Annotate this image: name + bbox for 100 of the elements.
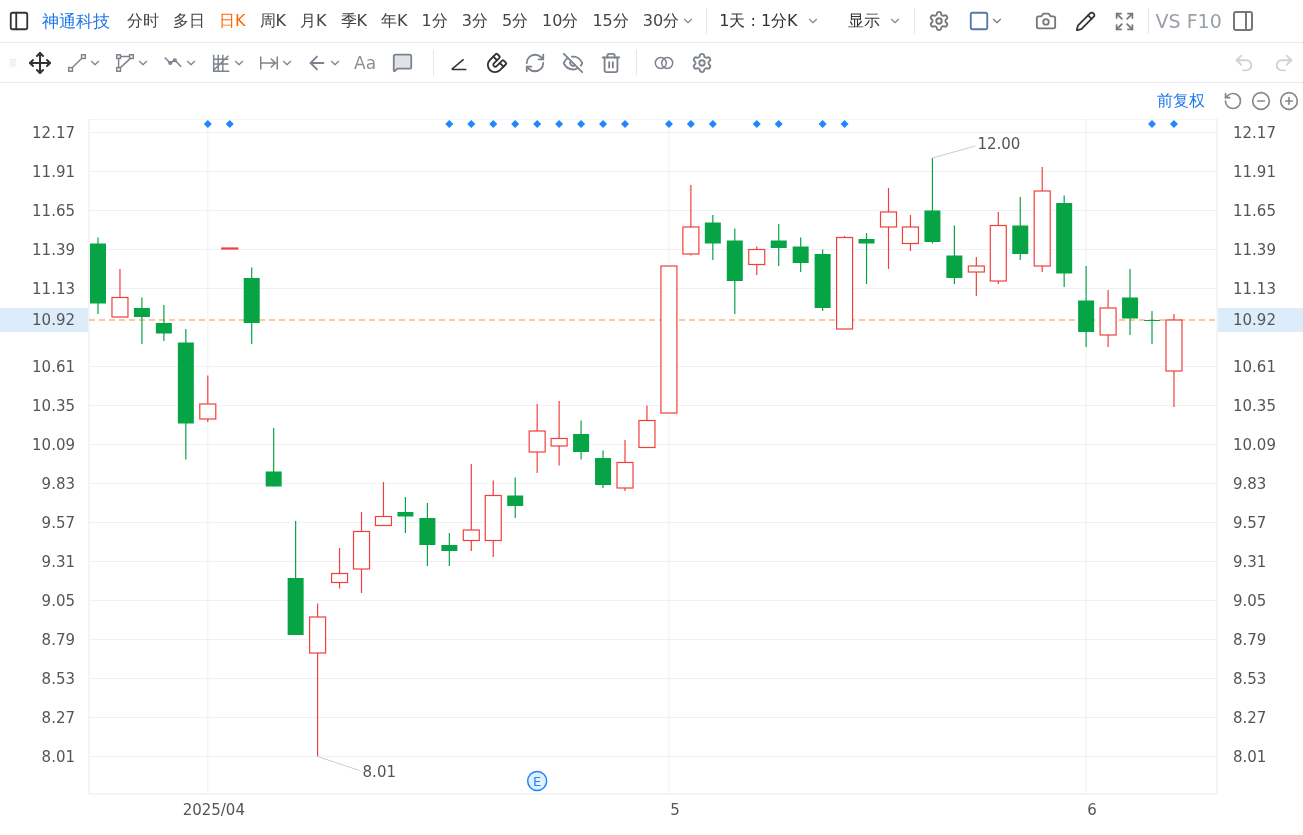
candlestick <box>770 223 787 267</box>
event-marker-icon[interactable] <box>774 120 783 128</box>
trash-icon[interactable] <box>600 51 623 74</box>
fullscreen-icon[interactable] <box>1113 10 1135 32</box>
price-axis-label: 10.35 <box>1233 396 1276 415</box>
event-marker-icon[interactable] <box>445 120 454 128</box>
event-marker-icon[interactable] <box>225 120 234 128</box>
period-tab[interactable]: 5分 <box>494 10 536 32</box>
candlestick <box>573 419 590 461</box>
price-axis-label: 11.91 <box>1233 162 1276 181</box>
period-tab[interactable]: 15分 <box>585 10 636 32</box>
candlestick <box>704 214 721 261</box>
event-marker-icon[interactable] <box>1169 120 1178 128</box>
period-tab[interactable]: 周K <box>252 10 293 32</box>
price-axis-label: 8.79 <box>1233 630 1267 649</box>
event-marker-icon[interactable] <box>818 120 827 128</box>
candlestick <box>1144 310 1160 345</box>
move-icon[interactable] <box>28 50 52 75</box>
price-axis-label: 11.13 <box>1233 279 1276 298</box>
last-price-tag: 10.92 <box>1218 308 1303 332</box>
event-marker-icon[interactable] <box>752 120 761 128</box>
candlestick <box>748 245 766 276</box>
event-marker-icon[interactable] <box>686 120 695 128</box>
stock-name[interactable]: 神通科技 <box>42 9 110 33</box>
candlestick <box>441 532 458 567</box>
price-axis-label: 9.83 <box>41 474 75 493</box>
line-tool-icon[interactable] <box>66 51 88 74</box>
event-marker-icon[interactable] <box>533 120 542 128</box>
price-axis-label: 11.65 <box>1233 201 1276 220</box>
price-axis-label: 12.17 <box>1233 123 1276 142</box>
period-tab[interactable]: 10分 <box>535 10 586 32</box>
candlestick <box>814 248 831 312</box>
price-axis-label: 9.31 <box>1233 552 1267 571</box>
price-axis-label: 9.83 <box>1233 474 1267 493</box>
price-axis-label: 11.39 <box>32 240 75 259</box>
event-marker-icon[interactable] <box>708 120 717 128</box>
event-marker-icon[interactable] <box>599 120 608 128</box>
event-marker-icon[interactable] <box>664 120 673 128</box>
reset-icon[interactable] <box>1223 91 1243 111</box>
ref-line-label: 10.92 <box>1233 311 1276 329</box>
price-axis-label: 10.61 <box>32 357 75 376</box>
date-axis-label: 6 <box>1087 801 1097 819</box>
leader-line <box>317 756 361 771</box>
last-price-tag: 10.92 <box>0 308 88 332</box>
event-marker-icon[interactable] <box>203 120 212 128</box>
period-tab[interactable]: 年K <box>374 10 415 32</box>
eye-off-icon[interactable] <box>562 51 585 74</box>
period-tab[interactable]: 分时 <box>120 10 166 32</box>
adjustment-button[interactable]: 前复权 <box>1157 90 1205 112</box>
price-axis-label: 8.79 <box>41 630 75 649</box>
zoom-out-icon[interactable] <box>1251 91 1271 111</box>
event-marker-icon[interactable] <box>467 120 476 128</box>
square-icon[interactable] <box>967 10 990 32</box>
price-axis-label: 8.27 <box>41 708 75 727</box>
polygon-tool-icon[interactable] <box>114 51 136 74</box>
candlestick <box>616 439 634 492</box>
price-axis-label: 8.01 <box>41 747 75 766</box>
price-axis-label: 10.35 <box>32 396 75 415</box>
event-marker-icon[interactable] <box>577 120 586 128</box>
pencil-icon[interactable] <box>1074 10 1096 32</box>
period-tab[interactable]: 多日 <box>166 10 212 32</box>
date-axis-label: 5 <box>670 801 680 819</box>
price-axis-label: 8.53 <box>41 669 75 688</box>
candlestick <box>595 449 612 489</box>
event-marker-icon[interactable] <box>840 120 849 128</box>
period-tab[interactable]: 1分 <box>414 10 455 32</box>
panel-icon[interactable] <box>1230 9 1255 33</box>
zoom-in-icon[interactable] <box>1279 91 1299 111</box>
price-axis-label: 10.09 <box>1233 435 1276 454</box>
period-tab[interactable]: 季K <box>333 10 374 32</box>
settings-icon[interactable] <box>927 10 950 32</box>
period-tab[interactable]: 月K <box>293 10 334 32</box>
price-axis-label: 11.65 <box>32 201 75 220</box>
magnet-icon[interactable] <box>486 51 509 74</box>
price-axis-label: 11.39 <box>1233 240 1276 259</box>
price-axis-label: 9.05 <box>1233 591 1267 610</box>
date-axis-label: 2025/04 <box>182 801 245 819</box>
period-tab[interactable]: 30分 <box>635 10 703 32</box>
sidebar-toggle-icon[interactable] <box>8 10 30 32</box>
low-price-label: 8.01 <box>362 762 396 781</box>
comment-icon[interactable] <box>392 52 414 73</box>
candlestick <box>507 476 524 519</box>
candlestick <box>221 247 239 250</box>
period-tab[interactable]: 3分 <box>454 10 495 32</box>
event-marker-icon[interactable] <box>511 120 520 128</box>
price-axis-label: 9.31 <box>41 552 75 571</box>
event-marker-icon[interactable] <box>489 120 498 128</box>
range-menu[interactable]: 1天 : 1分K <box>711 10 828 32</box>
price-axis-label: 10.09 <box>32 435 75 454</box>
camera-icon[interactable] <box>1034 10 1057 32</box>
price-axis-label: 11.91 <box>32 162 75 181</box>
display-menu[interactable]: 显示 <box>839 10 910 32</box>
settings-icon[interactable] <box>691 51 714 74</box>
event-marker-icon[interactable] <box>555 120 564 128</box>
sync-icon[interactable] <box>524 51 547 74</box>
price-axis-label: 8.27 <box>1233 708 1267 727</box>
leader-line <box>931 145 976 159</box>
event-marker-icon[interactable] <box>1148 120 1156 128</box>
event-marker-icon[interactable] <box>621 120 629 128</box>
price-axis-label: 8.01 <box>1233 747 1267 766</box>
